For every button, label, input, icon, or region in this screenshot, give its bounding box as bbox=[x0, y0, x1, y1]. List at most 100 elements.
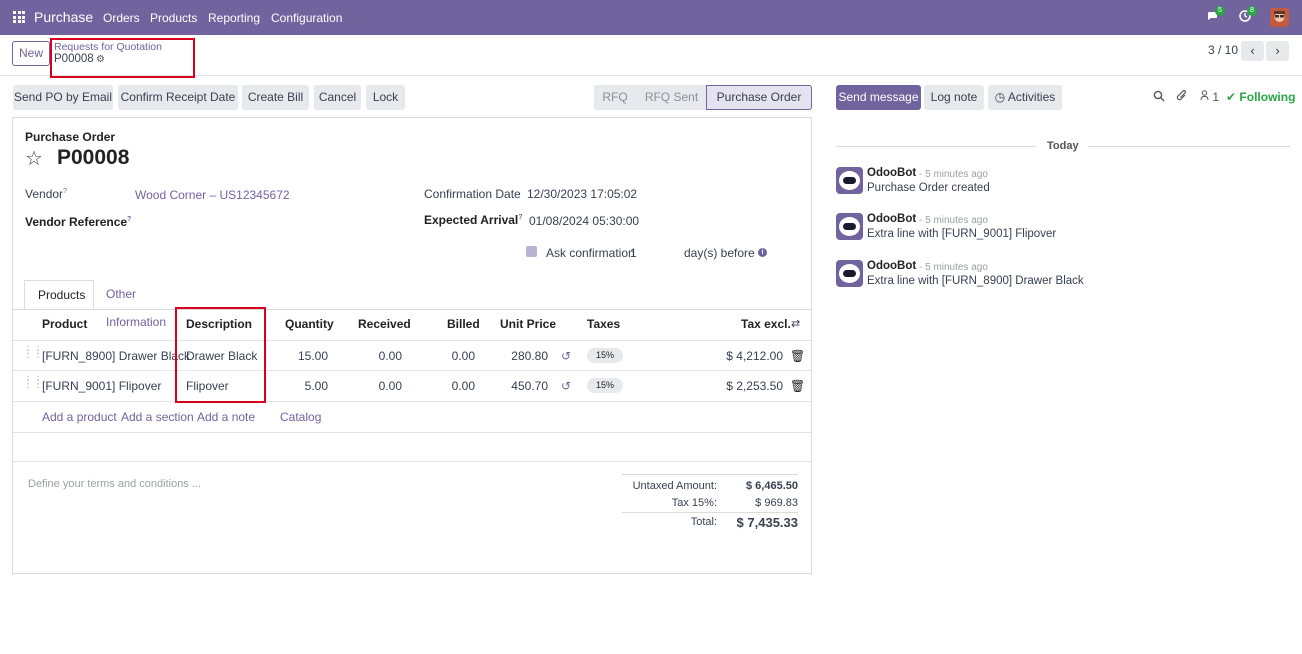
followers-button[interactable]: 1 bbox=[1200, 90, 1219, 104]
send-message-button[interactable]: Send message bbox=[836, 85, 921, 110]
col-taxes[interactable]: Taxes bbox=[587, 317, 620, 331]
date-separator: Today bbox=[1047, 140, 1079, 152]
add-section-link[interactable]: Add a section bbox=[121, 410, 194, 424]
user-avatar[interactable] bbox=[1270, 8, 1289, 27]
reset-price-icon[interactable]: ↺ bbox=[561, 349, 571, 363]
date-separator-line bbox=[836, 146, 1036, 147]
delete-trash-icon[interactable]: 🗑 bbox=[790, 379, 805, 393]
activities-badge: 8 bbox=[1247, 6, 1257, 16]
row-billed: 0.00 bbox=[451, 379, 475, 393]
gear-icon[interactable]: ⚙ bbox=[96, 54, 105, 65]
untaxed-amount-value: $ 6,465.50 bbox=[746, 480, 798, 492]
odoobot-avatar[interactable] bbox=[836, 167, 863, 194]
record-name: P00008 bbox=[57, 146, 130, 169]
menu-reporting[interactable]: Reporting bbox=[208, 11, 260, 25]
menu-products[interactable]: Products bbox=[150, 11, 197, 25]
following-button[interactable]: ✔ Following bbox=[1226, 90, 1295, 104]
check-icon: ✔ bbox=[1226, 90, 1237, 104]
confirm-receipt-date-button[interactable]: Confirm Receipt Date bbox=[118, 85, 238, 110]
create-bill-button[interactable]: Create Bill bbox=[242, 85, 309, 110]
menu-orders[interactable]: Orders bbox=[103, 11, 140, 25]
tax-badge[interactable]: 15% bbox=[587, 378, 623, 393]
activities-button[interactable]: ◷ Activities bbox=[988, 85, 1062, 110]
info-icon[interactable]: i bbox=[758, 248, 767, 257]
chatter-message: OdooBot - 5 minutes ago Purchase Order c… bbox=[836, 167, 1296, 207]
pager-value[interactable]: 3 / 10 bbox=[1208, 43, 1238, 57]
message-author[interactable]: OdooBot bbox=[867, 213, 916, 225]
add-product-link[interactable]: Add a product bbox=[42, 410, 117, 424]
pager-next-button[interactable]: › bbox=[1266, 41, 1289, 61]
table-row[interactable]: ⋮⋮ ⋮⋮ [FURN_8900] Drawer Black Drawer Bla… bbox=[13, 340, 811, 370]
message-time: - 5 minutes ago bbox=[919, 262, 988, 273]
row-received[interactable]: 0.00 bbox=[347, 349, 402, 363]
total-value: $ 7,435.33 bbox=[736, 515, 798, 530]
col-unit-price[interactable]: Unit Price bbox=[500, 317, 556, 331]
status-rfq[interactable]: RFQ bbox=[594, 85, 636, 110]
ask-confirmation-label: Ask confirmation bbox=[546, 246, 635, 260]
message-author[interactable]: OdooBot bbox=[867, 260, 916, 272]
delete-trash-icon[interactable]: 🗑 bbox=[790, 349, 805, 363]
col-product[interactable]: Product bbox=[42, 317, 87, 331]
table-row[interactable]: ⋮⋮ ⋮⋮ [FURN_9001] Flipover Flipover 5.00 … bbox=[13, 370, 811, 400]
expected-arrival-label: Expected Arrival? bbox=[424, 213, 523, 227]
col-billed[interactable]: Billed bbox=[447, 317, 480, 331]
catalog-link[interactable]: Catalog bbox=[280, 410, 321, 424]
optional-columns-toggle-icon[interactable]: ⇄ bbox=[791, 317, 800, 330]
reset-price-icon[interactable]: ↺ bbox=[561, 379, 571, 393]
lock-button[interactable]: Lock bbox=[366, 85, 405, 110]
breadcrumb-parent[interactable]: Requests for Quotation bbox=[54, 41, 162, 53]
tab-other-information[interactable]: Other Information bbox=[93, 280, 179, 329]
tab-divider bbox=[13, 309, 811, 310]
confirmation-date-label: Confirmation Date bbox=[424, 187, 521, 201]
drag-handle-icon[interactable]: ⋮⋮ ⋮⋮ bbox=[23, 376, 43, 391]
menu-configuration[interactable]: Configuration bbox=[271, 11, 342, 25]
row-received[interactable]: 0.00 bbox=[347, 379, 402, 393]
ask-confirmation-days-field[interactable]: 1 bbox=[630, 246, 637, 260]
terms-conditions-field[interactable]: Define your terms and conditions ... bbox=[28, 478, 201, 490]
odoobot-avatar[interactable] bbox=[836, 260, 863, 287]
new-button[interactable]: New bbox=[12, 41, 50, 66]
days-before-label: day(s) before bbox=[684, 246, 755, 260]
expected-arrival-field[interactable]: 01/08/2024 05:30:00 bbox=[529, 214, 639, 228]
confirmation-date-field[interactable]: 12/30/2023 17:05:02 bbox=[527, 187, 637, 201]
odoobot-avatar[interactable] bbox=[836, 213, 863, 240]
row-quantity[interactable]: 5.00 bbox=[273, 379, 328, 393]
status-purchase-order[interactable]: Purchase Order bbox=[706, 85, 812, 110]
app-grid-icon[interactable] bbox=[13, 11, 25, 23]
vendor-field[interactable]: Wood Corner – US12345672 bbox=[135, 188, 290, 202]
row-quantity[interactable]: 15.00 bbox=[273, 349, 328, 363]
drag-handle-icon[interactable]: ⋮⋮ ⋮⋮ bbox=[23, 346, 43, 361]
message-author[interactable]: OdooBot bbox=[867, 167, 916, 179]
paperclip-icon[interactable] bbox=[1176, 89, 1188, 106]
pager-previous-button[interactable]: ‹ bbox=[1241, 41, 1264, 61]
row-unit-price[interactable]: 450.70 bbox=[493, 379, 548, 393]
col-received[interactable]: Received bbox=[358, 317, 411, 331]
star-icon[interactable]: ☆ bbox=[25, 146, 43, 171]
send-po-by-email-button[interactable]: Send PO by Email bbox=[13, 85, 113, 110]
app-name[interactable]: Purchase bbox=[34, 9, 93, 25]
row-subtotal: $ 2,253.50 bbox=[726, 379, 783, 393]
row-product[interactable]: [FURN_9001] Flipover bbox=[42, 379, 161, 393]
messages-icon[interactable]: 5 bbox=[1206, 6, 1225, 23]
col-quantity[interactable]: Quantity bbox=[285, 317, 334, 331]
col-tax-excluded[interactable]: Tax excl. bbox=[741, 317, 791, 331]
ask-confirmation-checkbox[interactable] bbox=[526, 246, 537, 257]
row-product[interactable]: [FURN_8900] Drawer Black bbox=[42, 349, 190, 363]
followers-count: 1 bbox=[1212, 90, 1220, 104]
row-unit-price[interactable]: 280.80 bbox=[493, 349, 548, 363]
log-note-button[interactable]: Log note bbox=[924, 85, 984, 110]
message-body: Purchase Order created bbox=[867, 182, 990, 194]
add-note-link[interactable]: Add a note bbox=[197, 410, 255, 424]
cancel-button[interactable]: Cancel bbox=[314, 85, 361, 110]
status-rfq-sent[interactable]: RFQ Sent bbox=[636, 85, 707, 110]
tax-badge[interactable]: 15% bbox=[587, 348, 623, 363]
search-icon[interactable] bbox=[1153, 90, 1165, 105]
row-subtotal: $ 4,212.00 bbox=[726, 349, 783, 363]
tab-products[interactable]: Products bbox=[24, 280, 94, 310]
date-separator-line bbox=[1088, 146, 1290, 147]
total-divider bbox=[622, 512, 798, 513]
table-footer-top bbox=[13, 432, 811, 433]
user-icon bbox=[1200, 90, 1212, 104]
message-body: Extra line with [FURN_8900] Drawer Black bbox=[867, 275, 1084, 287]
activities-clock-icon[interactable]: 8 bbox=[1238, 6, 1257, 23]
